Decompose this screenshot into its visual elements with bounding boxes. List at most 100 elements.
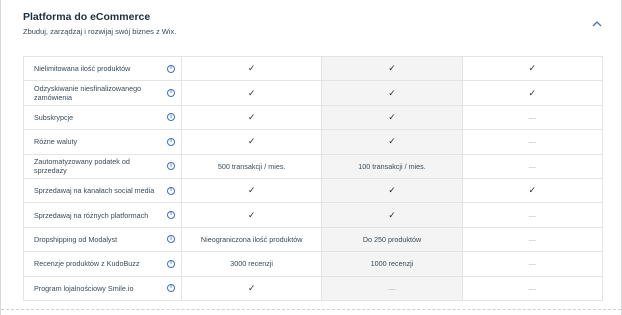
table-row: Dropshipping od Modalyst i Nieograniczona …	[23, 226, 604, 253]
check-icon: ✓	[247, 111, 256, 122]
check-icon: ✓	[247, 185, 256, 196]
section-subtitle: Zbuduj, zarządzaj i rozwijaj swój biznes…	[23, 27, 177, 36]
plan-value-cell: ✓	[321, 177, 463, 204]
dash-icon: —	[388, 285, 396, 293]
check-icon: ✓	[247, 209, 256, 220]
dash-icon: —	[528, 212, 536, 220]
plan-value-cell: ✓	[321, 55, 463, 82]
plan-value-cell: ✓	[180, 55, 323, 82]
info-icon[interactable]: i	[167, 259, 175, 268]
feature-cell: Różne waluty i	[23, 129, 182, 155]
plan-value-cell: Nieograniczona ilość produktów	[180, 226, 323, 253]
feature-label: Subskrypcje	[34, 112, 74, 122]
feature-label: Odzyskiwanie niesfinalizowanego zamówien…	[34, 84, 142, 103]
plan-value-cell: ✓	[321, 104, 463, 131]
plan-value-cell: ✓	[180, 202, 323, 228]
dash-icon: —	[528, 261, 536, 269]
check-icon: ✓	[388, 136, 396, 147]
check-icon: ✓	[247, 282, 256, 293]
check-icon: ✓	[388, 111, 396, 122]
plan-value-text: Nieograniczona ilość produktów	[200, 234, 303, 244]
dash-icon: —	[528, 114, 536, 122]
plan-value-cell: —	[461, 129, 604, 155]
feature-cell: Nielimitowana ilość produktów i	[23, 55, 182, 82]
dash-icon: —	[528, 236, 536, 244]
info-icon[interactable]: i	[167, 186, 175, 195]
plan-value-cell: 1000 recenzji	[321, 251, 463, 277]
plan-value-cell: ✓	[180, 275, 323, 301]
plan-value-cell: ✓	[180, 129, 323, 155]
feature-cell: Recenzje produktów z KudoBuzz i	[23, 251, 182, 277]
check-icon: ✓	[247, 63, 256, 74]
section-title: Platforma do eCommerce	[23, 11, 151, 23]
feature-cell: Dropshipping od Modalyst i	[23, 226, 182, 253]
info-icon[interactable]: i	[167, 137, 175, 146]
table-row: Sprzedawaj na kanałach social media i ✓ ✓ ✓	[23, 177, 604, 204]
plan-value-cell: ✓	[321, 202, 463, 228]
plan-value-cell: ✓	[461, 55, 604, 82]
table-row: Sprzedawaj na różnych platformach i ✓ ✓ —	[23, 202, 604, 228]
check-icon: ✓	[388, 87, 396, 98]
table-row: Zautomatyzowany podatek od sprzedaży i 500…	[23, 153, 604, 179]
plan-value-cell: ✓	[180, 177, 323, 204]
plan-value-cell: ✓	[321, 129, 463, 155]
plan-value-text: 1000 recenzji	[370, 259, 414, 269]
check-icon: ✓	[388, 63, 396, 74]
dash-icon: —	[528, 139, 536, 147]
feature-label: Program lojalnościowy Smile.io	[34, 283, 134, 293]
feature-label: Zautomatyzowany podatek od sprzedaży	[34, 157, 130, 176]
check-icon: ✓	[388, 185, 396, 196]
plan-value-cell: ✓	[461, 80, 604, 106]
check-icon: ✓	[528, 87, 537, 98]
plan-value-cell: 3000 recenzji	[180, 251, 323, 277]
info-icon[interactable]: i	[167, 89, 175, 98]
plan-value-text: Do 250 produktów	[362, 234, 422, 244]
plan-value-cell: —	[461, 153, 604, 179]
table-row: Subskrypcje i ✓ ✓ —	[23, 104, 604, 131]
feature-label: Sprzedawaj na kanałach social media	[34, 186, 155, 196]
check-icon: ✓	[528, 63, 537, 74]
check-icon: ✓	[528, 185, 537, 196]
dash-icon: —	[528, 163, 536, 171]
collapse-button[interactable]	[590, 16, 604, 30]
info-icon[interactable]: i	[167, 235, 175, 244]
plan-value-cell: ✓	[180, 80, 323, 106]
feature-cell: Program lojalnościowy Smile.io i	[23, 275, 182, 301]
plan-value-text: 100 transakcji / mies.	[358, 161, 426, 171]
plan-value-text: 500 transakcji / mies.	[217, 161, 286, 171]
info-icon[interactable]: i	[167, 211, 175, 220]
plan-value-cell: —	[321, 275, 463, 301]
check-icon: ✓	[388, 209, 396, 220]
table-row: Program lojalnościowy Smile.io i ✓ — —	[23, 275, 604, 301]
plan-value-cell: 100 transakcji / mies.	[321, 153, 463, 179]
dash-icon: —	[528, 285, 536, 293]
table-row: Nielimitowana ilość produktów i ✓ ✓ ✓	[23, 55, 604, 82]
comparison-table: Nielimitowana ilość produktów i ✓ ✓ ✓ Odzyski…	[23, 55, 604, 301]
plan-value-cell: —	[461, 251, 604, 277]
pricing-section: Platforma do eCommerce Zbuduj, zarządzaj…	[0, 0, 622, 315]
feature-label: Dropshipping od Modalyst	[34, 234, 118, 244]
feature-label: Recenzje produktów z KudoBuzz	[34, 259, 140, 269]
plan-value-cell: Do 250 produktów	[321, 226, 463, 253]
feature-cell: Subskrypcje i	[23, 104, 182, 131]
info-icon[interactable]: i	[167, 64, 175, 73]
chevron-up-icon	[592, 20, 602, 26]
plan-value-cell: ✓	[321, 80, 463, 106]
table-row: Odzyskiwanie niesfinalizowanego zamówien…	[23, 80, 604, 106]
feature-label: Sprzedawaj na różnych platformach	[34, 210, 149, 220]
plan-value-cell: ✓	[461, 177, 604, 204]
info-icon[interactable]: i	[167, 284, 175, 293]
plan-value-cell: ✓	[180, 104, 323, 131]
info-icon[interactable]: i	[167, 113, 175, 122]
feature-label: Nielimitowana ilość produktów	[34, 64, 131, 74]
feature-label: Różne waluty	[34, 137, 78, 147]
feature-cell: Odzyskiwanie niesfinalizowanego zamówien…	[23, 80, 182, 106]
info-icon[interactable]: i	[167, 162, 175, 171]
plan-value-text: 3000 recenzji	[230, 259, 274, 269]
plan-value-cell: 500 transakcji / mies.	[180, 153, 323, 179]
plan-value-cell: —	[461, 226, 604, 253]
check-icon: ✓	[247, 136, 256, 147]
plan-value-cell: —	[461, 275, 604, 301]
plan-value-cell: —	[461, 104, 604, 131]
table-row: Różne waluty i ✓ ✓ —	[23, 129, 604, 155]
